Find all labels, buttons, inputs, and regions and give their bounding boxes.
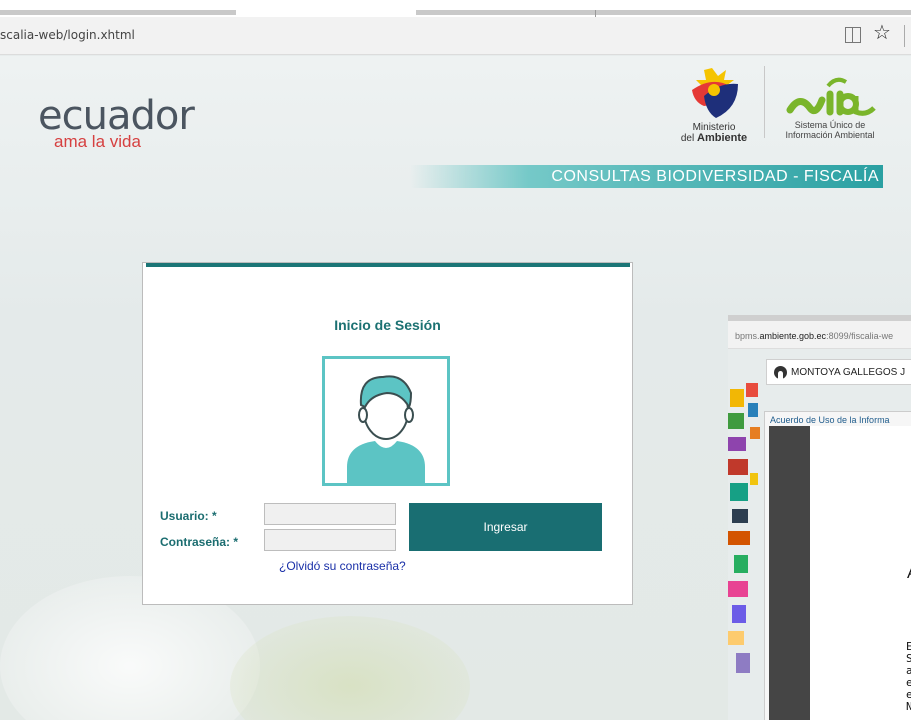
password-label: Contraseña: * [160,535,239,549]
user-menu-bar[interactable]: MONTOYA GALLEGOS J [766,359,911,385]
url-rest: :8099/fiscalia-we [826,331,894,341]
tab-strip [0,0,911,17]
user-name: MONTOYA GALLEGOS J [791,367,906,378]
card-top-accent [146,263,630,267]
doc-line: N [906,700,911,713]
brand-main-text: ecuador [38,93,195,139]
ministerio-bold: Ambiente [697,132,748,144]
ministerio-ambiente-logo [692,68,738,118]
tab-separator [595,10,596,17]
banner-text: CONSULTAS BIODIVERSIDAD - FISCALÍA [551,168,879,185]
tab-inactive-right[interactable] [416,10,911,15]
toolbar-divider [904,25,905,47]
secondary-address-bar[interactable]: bpms.ambiente.gob.ec:8099/fiscalia-we [728,321,911,349]
background-plant-glow [230,616,470,720]
avatar [322,356,450,486]
logo-divider [764,66,765,138]
secondary-page: MONTOYA GALLEGOS J Acuerdo de Uso de la … [728,349,911,720]
document-page [810,426,911,720]
url-host: bpms. [735,331,760,341]
section-banner: CONSULTAS BIODIVERSIDAD - FISCALÍA [410,165,883,188]
ingresar-button[interactable]: Ingresar [409,503,602,551]
ministerio-prefix: del [680,133,697,144]
document-heading-letter: A [907,565,911,583]
user-icon [774,366,787,379]
url-text[interactable]: scalia-web/login.xhtml [0,28,135,42]
password-input[interactable] [264,529,396,551]
secondary-url[interactable]: bpms.ambiente.gob.ec:8099/fiscalia-we [735,331,893,341]
user-avatar-icon [347,375,425,483]
username-label: Usuario: * [160,509,217,523]
suia-logo [786,77,876,116]
suia-line1: Sistema Único de [794,120,866,130]
document-text-lines: E S a e e N [906,641,911,713]
ecuador-brand-logo: ecuador ama la vida [38,93,195,150]
login-title: Inicio de Sesión [334,317,441,333]
secondary-window: bpms.ambiente.gob.ec:8099/fiscalia-we MO… [728,315,911,720]
username-input[interactable] [264,503,396,525]
tab-inactive-left[interactable] [0,10,236,15]
suia-line2: Información Ambiental [785,130,875,140]
url-domain: ambiente.gob.ec [759,331,827,341]
dialog-title: Acuerdo de Uso de la Informa [770,415,890,425]
login-card: Inicio de Sesión Usuario: * Contraseña: … [142,262,633,605]
login-page: ecuador ama la vida Ministerio del Ambie… [0,56,911,720]
favorite-star-icon[interactable]: ☆ [873,23,891,43]
forgot-password-link[interactable]: ¿Olvidó su contraseña? [279,559,406,573]
suia-text: Sistema Único de Información Ambiental [768,120,892,140]
address-bar[interactable]: scalia-web/login.xhtml ☆ [0,17,911,55]
agreement-dialog: Acuerdo de Uso de la Informa [764,411,911,720]
reading-view-icon[interactable] [845,27,861,43]
ministerio-text: Ministerio del Ambiente [676,122,752,144]
